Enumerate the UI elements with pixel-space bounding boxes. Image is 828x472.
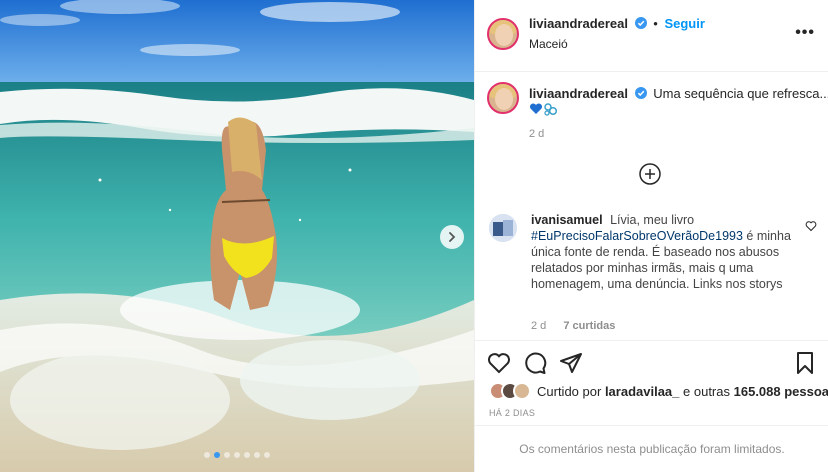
share-paper-plane-icon[interactable]: [559, 351, 583, 375]
liked-by-suffix: e outras: [683, 383, 730, 399]
liked-by-text: Curtido por laradavilaa_ e outras 165.08…: [537, 384, 828, 399]
caption-text: Uma sequência que refresca...: [653, 86, 828, 101]
comment-likes[interactable]: 7 curtidas: [563, 320, 615, 332]
post-header: liviaandradereal • Seguir Maceió •••: [475, 0, 828, 72]
like-comment-heart-icon[interactable]: [805, 220, 817, 232]
comment-hashtag[interactable]: #EuPrecisoFalarSobreOVerãoDe1993: [531, 229, 743, 243]
verified-badge-icon: [634, 87, 647, 99]
more-options-icon[interactable]: •••: [795, 24, 815, 42]
save-bookmark-icon[interactable]: [793, 351, 817, 375]
carousel-dot: [244, 452, 250, 458]
liked-by-prefix: Curtido por: [537, 383, 602, 399]
author-avatar[interactable]: [487, 18, 519, 50]
like-heart-icon[interactable]: [487, 351, 511, 375]
comment-bubble-icon[interactable]: [523, 351, 547, 375]
caption-emojis: [529, 102, 559, 119]
comment-meta: 2 d 7 curtidas: [531, 320, 615, 332]
load-more-comments-icon[interactable]: [638, 162, 662, 186]
comments-limited-notice: Os comentários nesta publicação foram li…: [475, 425, 828, 472]
post-photo: [0, 0, 474, 472]
caption-avatar[interactable]: [487, 82, 519, 114]
post-time-ago[interactable]: Há 2 dias: [489, 408, 535, 418]
blue-heart-bubbles-icon: [529, 103, 558, 116]
chevron-right-icon: [449, 232, 456, 242]
caption-text-row: liviaandradereal Uma sequência que refre…: [529, 86, 828, 101]
carousel-dot: [234, 452, 240, 458]
beach-photo-illustration: [0, 0, 474, 472]
commenter-avatar[interactable]: [489, 214, 517, 242]
post-actions-bar: [475, 340, 828, 384]
follow-button[interactable]: Seguir: [664, 16, 704, 31]
carousel-next-button[interactable]: [440, 225, 464, 249]
carousel-dots: [0, 452, 474, 458]
post-location[interactable]: Maceió: [529, 37, 568, 51]
liked-by-row: Curtido por laradavilaa_ e outras 165.08…: [489, 380, 828, 402]
carousel-dot-active: [214, 452, 220, 458]
comment-body: ivanisamuel Lívia, meu livro #EuPrecisoF…: [531, 212, 793, 292]
author-row: liviaandradereal • Seguir: [529, 16, 705, 31]
post-details-panel: liviaandradereal • Seguir Maceió ••• liv…: [474, 0, 828, 472]
comment-time: 2 d: [531, 320, 547, 332]
carousel-dot: [254, 452, 260, 458]
commenter-username[interactable]: ivanisamuel: [531, 213, 603, 227]
caption-username[interactable]: liviaandradereal: [529, 86, 628, 101]
likes-count[interactable]: 165.088 pessoas: [734, 384, 828, 399]
separator-dot: •: [653, 16, 658, 31]
carousel-dot: [264, 452, 270, 458]
liker-avatar[interactable]: [513, 382, 531, 400]
caption-time: 2 d: [529, 128, 545, 140]
author-username[interactable]: liviaandradereal: [529, 16, 628, 31]
carousel-dot: [204, 452, 210, 458]
carousel-dot: [224, 452, 230, 458]
verified-badge-icon: [634, 17, 647, 29]
comment-text-before: Lívia, meu livro: [610, 213, 695, 227]
liked-by-user[interactable]: laradavilaa_: [605, 384, 679, 399]
